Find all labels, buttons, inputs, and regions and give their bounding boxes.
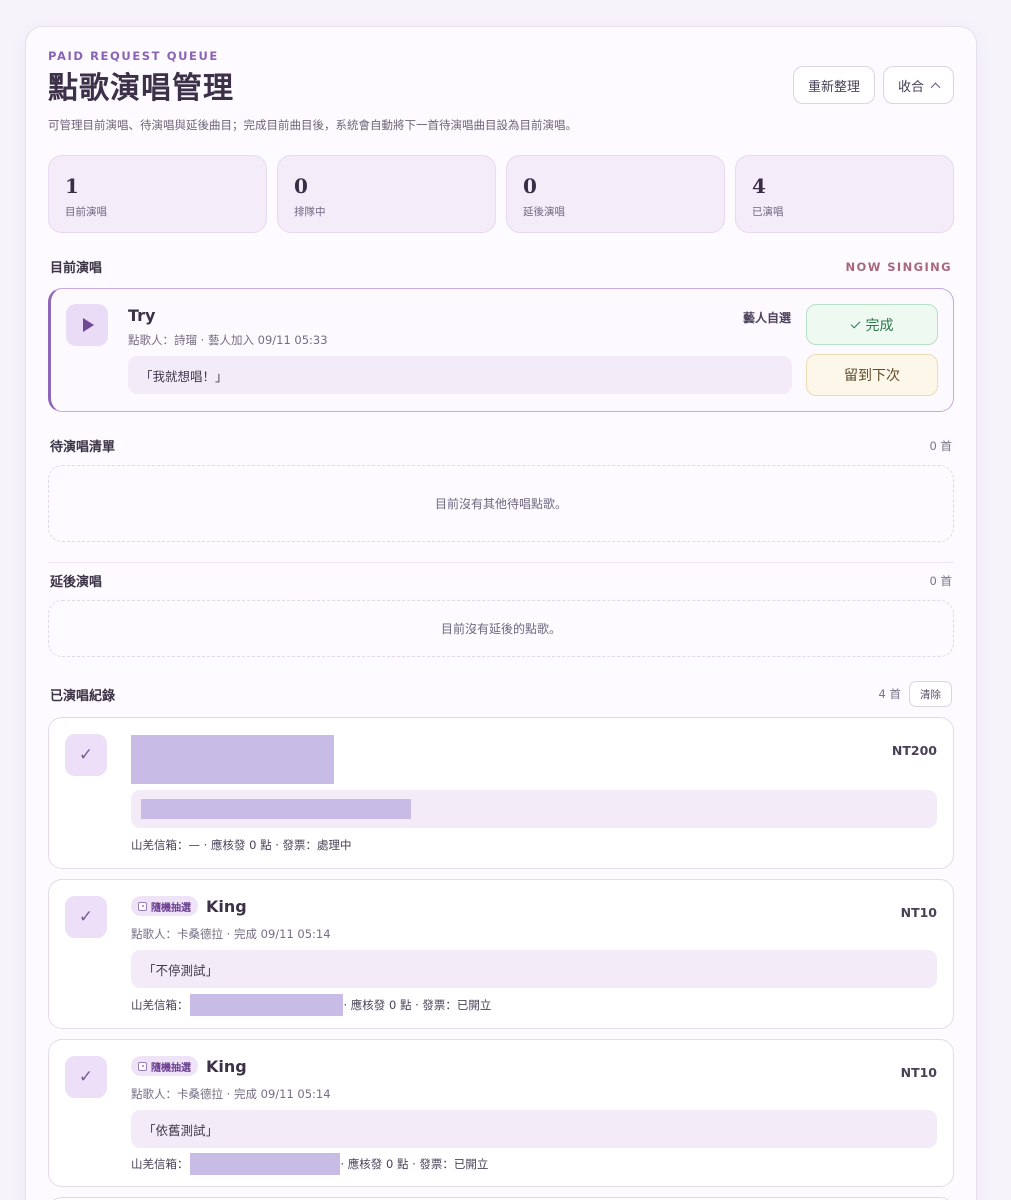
dice-icon (138, 901, 147, 911)
refresh-button[interactable]: 重新整理 (792, 66, 875, 104)
current-song-card: Try 點歌人：詩瑠 · 藝人加入 09/11 05:33 藝人自選 「我就想唱… (48, 288, 954, 412)
price-label: NT200 (891, 743, 937, 758)
clear-history-button[interactable]: 清除 (909, 681, 952, 707)
stat-value: 0 (294, 174, 308, 198)
footer-suffix: · 應核發 0 點 · 發票：已開立 (343, 998, 492, 1012)
history-section-header: 已演唱紀錄 4 首 清除 (48, 681, 954, 707)
request-queue-panel: PAID REQUEST QUEUE 點歌演唱管理 重新整理 收合 可管理目前演… (25, 26, 977, 1200)
footer-prefix: 山羌信箱： (131, 998, 189, 1012)
random-pick-tag: 隨機抽選 (131, 1056, 198, 1076)
collapse-button[interactable]: 收合 (882, 66, 954, 104)
page-title: 點歌演唱管理 (48, 71, 234, 106)
page-subtitle: 可管理目前演唱、待演唱與延後曲目；完成目前曲目後，系統會自動將下一首待演唱曲目設… (48, 118, 577, 132)
stats-row: 1 目前演唱 0 排隊中 0 延後演唱 4 已演唱 (48, 155, 954, 233)
redacted-title (131, 735, 334, 784)
history-footer: 山羌信箱： · 應核發 0 點 · 發票：已開立 (131, 1153, 488, 1175)
clear-label: 清除 (920, 688, 941, 701)
random-pick-label: 隨機抽選 (151, 902, 191, 914)
song-source-tag: 藝人自選 (742, 311, 791, 325)
current-song-title: Try (128, 306, 156, 325)
defer-label: 留到下次 (844, 367, 900, 383)
stat-value: 4 (752, 174, 766, 198)
redacted-note (141, 799, 411, 819)
section-divider (48, 562, 954, 563)
stat-value: 0 (523, 174, 537, 198)
current-song-meta: 點歌人：詩瑠 · 藝人加入 09/11 05:33 (128, 333, 328, 347)
queue-empty-state: 目前沒有其他待唱點歌。 (48, 465, 954, 542)
deferred-section-header: 延後演唱 0 首 (48, 571, 954, 591)
check-icon: ✓ (65, 734, 107, 776)
deferred-empty-text: 目前沒有延後的點歌。 (440, 622, 561, 636)
play-icon (66, 304, 108, 346)
history-item: ✓ 隨機抽選 King NT10 點歌人：卡桑德拉 · 完成 09/11 05:… (48, 879, 954, 1029)
check-icon: ✓ (65, 896, 107, 938)
chevron-up-icon (930, 82, 941, 92)
current-song-note: 「我就想唱！」 (128, 356, 792, 394)
stat-value: 1 (65, 174, 79, 198)
stat-label: 已演唱 (752, 206, 784, 218)
check-icon: ✓ (65, 1056, 107, 1098)
random-pick-label: 隨機抽選 (151, 1062, 191, 1074)
history-song-title: King (206, 896, 247, 916)
current-section-title: 目前演唱 (50, 261, 103, 276)
stat-current: 1 目前演唱 (48, 155, 267, 233)
stat-sung: 4 已演唱 (735, 155, 954, 233)
history-note: 「依舊測試」 (131, 1110, 937, 1148)
history-song-title: King (206, 1056, 247, 1076)
deferred-count: 0 首 (929, 573, 952, 588)
footer-prefix: 山羌信箱： (131, 1157, 189, 1171)
now-singing-tag: NOW SINGING (845, 259, 952, 274)
complete-button[interactable]: 完成 (806, 304, 938, 345)
redacted-email (189, 1153, 340, 1175)
random-pick-tag: 隨機抽選 (131, 896, 198, 916)
price-label: NT10 (900, 905, 937, 920)
queue-section-header: 待演唱清單 0 首 (48, 436, 954, 456)
history-note: 「不停測試」 (131, 950, 937, 988)
deferred-section-title: 延後演唱 (50, 575, 103, 590)
check-icon (850, 318, 860, 328)
stat-label: 延後演唱 (523, 206, 565, 218)
queue-empty-text: 目前沒有其他待唱點歌。 (434, 497, 567, 511)
history-item: ✓ 隨機抽選 King NT10 點歌人：卡桑德拉 · 完成 09/11 05:… (48, 1039, 954, 1187)
collapse-label: 收合 (897, 79, 924, 95)
history-count: 4 首 (878, 687, 901, 701)
refresh-label: 重新整理 (807, 79, 860, 95)
price-label: NT10 (900, 1065, 937, 1080)
current-section-header: 目前演唱 NOW SINGING (48, 257, 954, 277)
stat-queued: 0 排隊中 (277, 155, 496, 233)
history-section-title: 已演唱紀錄 (50, 688, 116, 704)
history-footer: 山羌信箱： · 應核發 0 點 · 發票：已開立 (131, 994, 491, 1016)
queue-count: 0 首 (929, 438, 952, 453)
history-item: ✓ NT200 山羌信箱：— · 應核發 0 點 · 發票：處理中 (48, 717, 954, 869)
history-meta: 點歌人：卡桑德拉 · 完成 09/11 05:14 (131, 927, 331, 941)
queue-section-title: 待演唱清單 (50, 440, 116, 455)
redacted-email (189, 994, 343, 1016)
history-footer: 山羌信箱：— · 應核發 0 點 · 發票：處理中 (131, 838, 352, 852)
stat-deferred: 0 延後演唱 (506, 155, 725, 233)
defer-button[interactable]: 留到下次 (806, 354, 938, 396)
dice-icon (138, 1061, 147, 1071)
eyebrow-label: PAID REQUEST QUEUE (48, 49, 219, 63)
history-note (131, 790, 937, 828)
history-meta: 點歌人：卡桑德拉 · 完成 09/11 05:14 (131, 1087, 331, 1101)
stat-label: 目前演唱 (65, 206, 107, 218)
footer-suffix: · 應核發 0 點 · 發票：已開立 (340, 1157, 489, 1171)
deferred-empty-state: 目前沒有延後的點歌。 (48, 600, 954, 657)
stat-label: 排隊中 (294, 206, 326, 218)
complete-label: 完成 (865, 316, 894, 333)
